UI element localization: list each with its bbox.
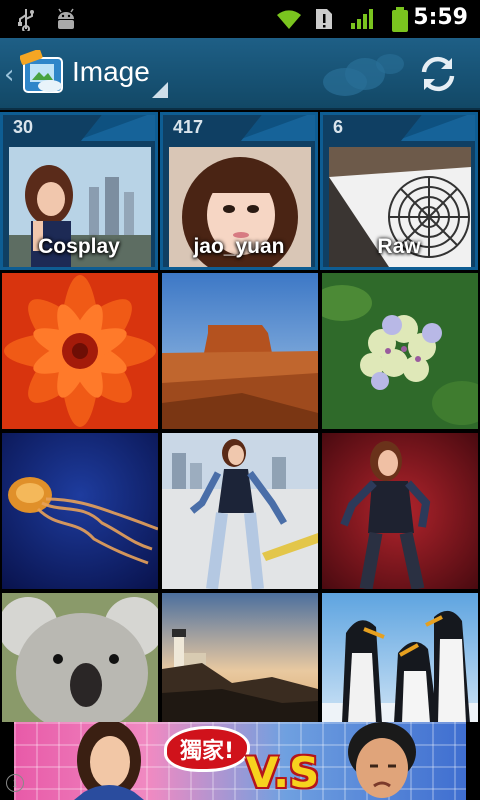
album-tab bbox=[81, 115, 155, 141]
photo-penguins[interactable] bbox=[322, 593, 478, 723]
album-label: Raw bbox=[377, 235, 421, 258]
ad-banner[interactable]: 獨家! V.S i bbox=[0, 722, 480, 800]
photo-desert[interactable] bbox=[162, 273, 318, 429]
ad-image[interactable]: 獨家! V.S bbox=[14, 722, 466, 800]
album-tab bbox=[241, 115, 315, 141]
photo-cosplay-red[interactable] bbox=[322, 433, 478, 589]
album-raw[interactable]: 6 Raw bbox=[320, 112, 478, 270]
ad-vs-text: V.S bbox=[246, 748, 320, 797]
refresh-icon[interactable] bbox=[416, 52, 460, 96]
sim-alert-icon bbox=[316, 9, 332, 29]
photo-cosplay-white[interactable] bbox=[162, 433, 318, 589]
photo-koala[interactable] bbox=[2, 593, 158, 723]
clouds-decoration bbox=[323, 54, 404, 96]
photo-hydrangeas[interactable] bbox=[322, 273, 478, 429]
album-jao-yuan[interactable]: 417 jao_yuan bbox=[160, 112, 318, 270]
photo-grid: 30 Cosplay 417 jao_yuan 6 Raw bbox=[0, 110, 480, 723]
app-logo-icon[interactable] bbox=[20, 50, 66, 96]
photo-jellyfish[interactable] bbox=[2, 433, 158, 589]
page-title[interactable]: Image bbox=[72, 56, 150, 88]
ad-badge: 獨家! bbox=[164, 726, 250, 772]
usb-icon bbox=[18, 9, 34, 31]
android-debug-icon bbox=[58, 8, 74, 29]
album-count: 30 bbox=[13, 117, 34, 137]
album-count: 417 bbox=[173, 117, 204, 137]
ad-man-portrait bbox=[348, 722, 416, 798]
ad-woman-portrait bbox=[74, 722, 144, 800]
status-bar: 5:59 bbox=[0, 0, 480, 38]
clock: 5:59 bbox=[413, 5, 468, 30]
back-chevron-icon[interactable]: ‹ bbox=[4, 60, 14, 90]
wifi-icon bbox=[277, 10, 301, 29]
battery-icon bbox=[392, 7, 408, 32]
photo-chrysanthemum[interactable] bbox=[2, 273, 158, 429]
signal-icon bbox=[351, 9, 373, 29]
dropdown-icon[interactable] bbox=[152, 82, 168, 98]
action-bar: ‹ Image bbox=[0, 38, 480, 110]
album-label: jao_yuan bbox=[193, 235, 285, 258]
album-label: Cosplay bbox=[38, 235, 120, 258]
info-icon[interactable]: i bbox=[6, 774, 24, 792]
album-count: 6 bbox=[333, 117, 344, 137]
photo-lighthouse[interactable] bbox=[162, 593, 318, 723]
album-cosplay[interactable]: 30 Cosplay bbox=[0, 112, 158, 270]
album-tab bbox=[401, 115, 475, 141]
